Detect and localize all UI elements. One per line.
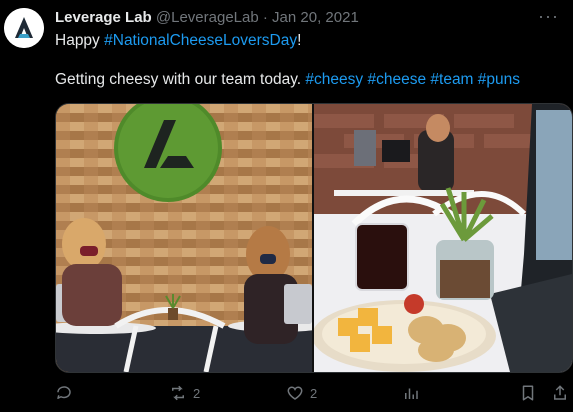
tweet: Leverage Lab @LeverageLab · Jan 20, 2021… xyxy=(0,0,573,412)
like-count: 2 xyxy=(310,385,318,401)
tweet-date[interactable]: Jan 20, 2021 xyxy=(272,9,359,26)
office-toast-photo[interactable] xyxy=(56,104,312,372)
tweet-actions: 2 2 xyxy=(55,384,567,406)
text-segment: Happy xyxy=(55,32,105,49)
media-container xyxy=(55,103,573,373)
hashtag-link[interactable]: #NationalCheeseLoversDay xyxy=(104,32,297,49)
tweet-header: Leverage Lab @LeverageLab · Jan 20, 2021 xyxy=(55,9,359,26)
author-name[interactable]: Leverage Lab xyxy=(55,9,152,26)
retweet-icon xyxy=(172,385,184,401)
text-segment: Getting cheesy with our team today. xyxy=(55,71,306,88)
views-button[interactable] xyxy=(402,384,420,402)
separator-dot: · xyxy=(262,9,268,26)
reply-button[interactable] xyxy=(55,384,73,402)
hashtag-link[interactable]: #cheesy xyxy=(305,71,363,88)
heart-icon xyxy=(287,386,303,400)
author-handle[interactable]: @LeverageLab xyxy=(156,9,259,26)
like-button[interactable]: 2 xyxy=(286,384,317,402)
retweet-button[interactable]: 2 xyxy=(169,384,200,402)
bookmark-icon xyxy=(522,385,534,401)
hashtag-link[interactable]: #puns xyxy=(478,71,520,88)
avatar[interactable] xyxy=(4,8,44,48)
reply-icon xyxy=(57,386,71,399)
retweet-count: 2 xyxy=(193,385,201,401)
bar-chart-icon xyxy=(405,388,418,399)
share-button[interactable] xyxy=(551,384,569,402)
more-options-icon[interactable]: ··· xyxy=(538,6,559,27)
tweet-text-line-1: Happy #NationalCheeseLoversDay! xyxy=(55,32,301,50)
tweet-text-line-2: Getting cheesy with our team today. #che… xyxy=(55,71,520,89)
text-segment: ! xyxy=(297,32,302,49)
hashtag-link[interactable]: #team xyxy=(430,71,473,88)
hashtag-link[interactable]: #cheese xyxy=(367,71,426,88)
bookmark-button[interactable] xyxy=(519,384,537,402)
cheese-plate-photo[interactable] xyxy=(314,104,572,372)
leverage-lab-logo-icon xyxy=(4,8,44,48)
share-icon xyxy=(554,385,566,400)
